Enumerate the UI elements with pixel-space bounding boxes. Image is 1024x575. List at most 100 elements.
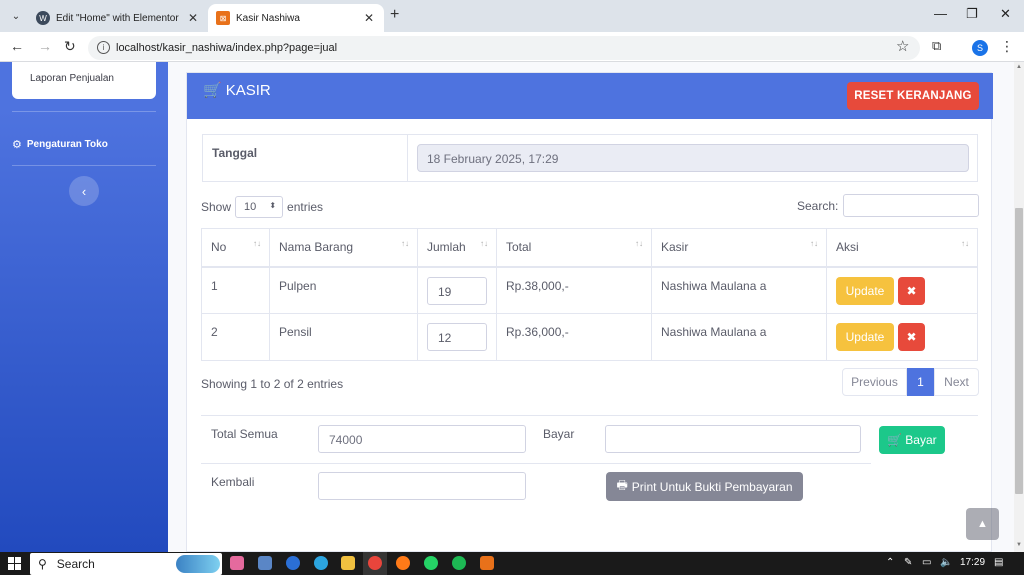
delete-button[interactable]: ✖	[898, 276, 925, 305]
sidebar-divider	[12, 165, 156, 166]
back-icon[interactable]: ←	[10, 38, 24, 54]
new-tab-icon[interactable]: +	[390, 6, 399, 24]
table-row: 1 Pulpen 19 Rp.38,000,- Nashiwa Maulana …	[201, 266, 978, 314]
copilot-icon[interactable]	[230, 556, 244, 570]
whatsapp-icon[interactable]	[424, 556, 438, 570]
pen-icon[interactable]: ✎	[904, 557, 912, 568]
cell-nama-barang: Pensil	[269, 313, 418, 361]
edge-icon[interactable]	[314, 556, 328, 570]
close-icon: ✖	[906, 283, 917, 298]
close-icon: ✖	[906, 330, 917, 344]
browser-tab-elementor[interactable]: W Edit "Home" with Elementor ✕	[28, 4, 208, 32]
update-button[interactable]: Update	[836, 276, 894, 305]
reload-icon[interactable]: ↻	[64, 38, 76, 55]
entries-length-control: Show 10 ⬍ entries	[201, 196, 323, 218]
update-button[interactable]: Update	[836, 323, 894, 351]
xampp-icon: ⊠	[216, 11, 230, 25]
pagination-next[interactable]: Next	[934, 368, 979, 396]
date-box: Tanggal 18 February 2025, 17:29	[202, 134, 978, 182]
restore-icon[interactable]: ❐	[966, 6, 978, 22]
scroll-up-icon[interactable]: ▲	[1016, 64, 1022, 70]
close-icon[interactable]: ✕	[364, 11, 374, 25]
print-receipt-button[interactable]: 🖶 Print Untuk Bukti Pembayaran	[606, 472, 803, 501]
quantity-input[interactable]: 12	[427, 323, 487, 351]
more-menu-icon[interactable]: ⋮	[1000, 38, 1014, 55]
photos-icon[interactable]	[258, 556, 272, 570]
card-title: 🛒 KASIR	[203, 81, 271, 100]
date-field: 18 February 2025, 17:29	[417, 144, 969, 172]
pagination-page-1[interactable]: 1	[907, 368, 934, 396]
url-field[interactable]: i localhost/kasir_nashiwa/index.php?page…	[88, 36, 920, 60]
search-input[interactable]	[843, 194, 980, 217]
volume-icon[interactable]: 🔈	[940, 557, 952, 568]
entries-value: 10	[244, 201, 257, 213]
column-header-jumlah[interactable]: Jumlah ↑↓	[417, 228, 497, 267]
profile-avatar[interactable]: S	[972, 40, 988, 56]
cell-kasir: Nashiwa Maulana a	[651, 313, 827, 361]
page-scrollbar[interactable]: ▲ ▼	[1014, 62, 1024, 552]
edge-dev-icon[interactable]	[286, 556, 300, 570]
kembali-label: Kembali	[211, 475, 255, 489]
total-semua-field[interactable]: 74000	[318, 425, 526, 453]
taskbar-search[interactable]: ⚲ Search	[30, 553, 222, 575]
card-header: 🛒 KASIR RESET KERANJANG	[187, 73, 993, 119]
extensions-icon[interactable]: ⧉	[932, 38, 941, 54]
column-header-kasir[interactable]: Kasir ↑↓	[651, 228, 827, 267]
divider	[201, 463, 871, 464]
reset-cart-button[interactable]: RESET KERANJANG	[847, 82, 979, 110]
notifications-icon[interactable]: ▤	[994, 557, 1003, 568]
table-info: Showing 1 to 2 of 2 entries	[201, 377, 344, 391]
quantity-input[interactable]: 19	[427, 276, 487, 305]
pagination-previous[interactable]: Previous	[842, 368, 907, 396]
column-header-no[interactable]: No ↑↓	[201, 228, 270, 267]
column-header-total[interactable]: Total ↑↓	[496, 228, 652, 267]
xampp-icon[interactable]	[480, 556, 494, 570]
bayar-field[interactable]	[605, 425, 861, 453]
chrome-icon[interactable]	[368, 556, 382, 570]
sidebar: Laporan Penjualan ⚙ Pengaturan Toko ‹	[0, 62, 168, 552]
kembali-field[interactable]	[318, 472, 526, 500]
sort-icon: ↑↓	[635, 239, 643, 248]
sidebar-item-label: Laporan Penjualan	[30, 73, 114, 84]
bayar-button-label: Bayar	[905, 433, 937, 447]
site-info-icon[interactable]: i	[97, 41, 110, 54]
bookmark-star-icon[interactable]: ☆	[896, 37, 909, 55]
table-search: Search:	[797, 194, 980, 217]
scrollbar-thumb[interactable]	[1015, 208, 1023, 494]
file-explorer-icon[interactable]	[341, 556, 355, 570]
battery-icon[interactable]: ▭	[922, 557, 931, 568]
minimize-icon[interactable]: —	[934, 6, 947, 21]
tab-list-button[interactable]: ⌄	[6, 6, 26, 26]
column-header-aksi[interactable]: Aksi ↑↓	[826, 228, 978, 267]
sidebar-item-pengaturan-toko[interactable]: ⚙ Pengaturan Toko	[12, 138, 108, 151]
windows-start-icon[interactable]	[8, 557, 21, 570]
bayar-label: Bayar	[543, 427, 575, 441]
cell-total: Rp.38,000,-	[496, 266, 652, 314]
search-highlight-image	[176, 555, 220, 573]
scroll-down-icon[interactable]: ▼	[1016, 542, 1022, 548]
close-icon[interactable]: ✕	[188, 11, 198, 25]
column-header-nama-barang[interactable]: Nama Barang ↑↓	[269, 228, 418, 267]
scroll-to-top-button[interactable]: ▲	[966, 508, 999, 540]
forward-icon[interactable]: →	[38, 38, 52, 54]
clock[interactable]: 17:29	[960, 557, 985, 568]
tray-overflow-icon[interactable]: ⌃	[886, 557, 894, 568]
cell-aksi: Update ✖	[826, 313, 978, 361]
firefox-icon[interactable]	[396, 556, 410, 570]
bayar-button[interactable]: 🛒 Bayar	[879, 426, 945, 454]
spotify-icon[interactable]	[452, 556, 466, 570]
browser-tab-kasir[interactable]: ⊠ Kasir Nashiwa ✕	[208, 4, 384, 32]
delete-button[interactable]: ✖	[898, 323, 925, 351]
sidebar-item-laporan-penjualan[interactable]: Laporan Penjualan	[12, 62, 156, 99]
search-icon: ⚲	[38, 557, 47, 571]
sidebar-toggle-button[interactable]: ‹	[69, 176, 99, 206]
entries-select[interactable]: 10 ⬍	[235, 196, 284, 218]
divider	[201, 415, 978, 416]
cell-nama-barang: Pulpen	[269, 266, 418, 314]
cell-aksi: Update ✖	[826, 266, 978, 314]
print-icon: 🖶	[616, 478, 628, 492]
sidebar-item-label: Pengaturan Toko	[26, 139, 108, 150]
window-close-icon[interactable]: ✕	[1000, 6, 1011, 22]
table-row: 2 Pensil 12 Rp.36,000,- Nashiwa Maulana …	[201, 313, 978, 361]
entries-label: entries	[287, 200, 324, 214]
